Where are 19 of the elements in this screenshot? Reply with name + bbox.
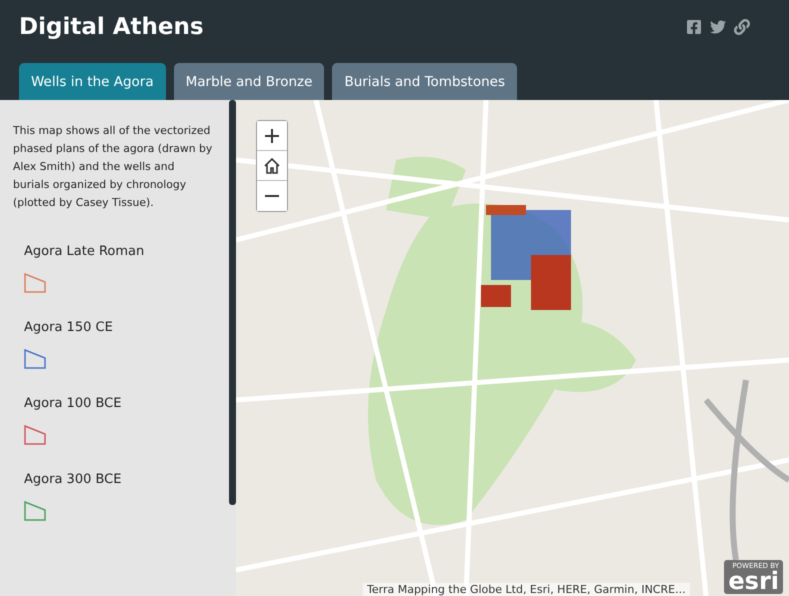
map-description: This map shows all of the vectorized phased plans of the agora (drawn by Alex Smith) and the wells and burials organized by chronology (plotted by Casey Tissue). bbox=[13, 123, 213, 211]
scrollbar-thumb[interactable] bbox=[229, 100, 236, 505]
legend-label: Agora Late Roman bbox=[24, 244, 146, 259]
plus-icon bbox=[264, 128, 280, 144]
minus-icon bbox=[264, 194, 280, 198]
zoom-in-button[interactable] bbox=[257, 121, 287, 151]
facebook-icon[interactable] bbox=[686, 19, 702, 35]
app-title: Digital Athens bbox=[19, 14, 204, 40]
tab[interactable]: Marble and Bronze bbox=[174, 63, 324, 100]
home-icon bbox=[263, 156, 281, 174]
tab[interactable]: Burials and Tombstones bbox=[332, 63, 518, 100]
link-icon[interactable] bbox=[734, 19, 750, 35]
legend-label: Agora 100 BCE bbox=[24, 396, 122, 411]
legend-label: Agora 150 CE bbox=[24, 320, 114, 335]
twitter-icon[interactable] bbox=[710, 19, 726, 35]
legend-label: Agora 300 BCE bbox=[24, 472, 122, 487]
tab[interactable]: Wells in the Agora bbox=[19, 63, 166, 100]
logo: esri bbox=[728, 570, 779, 592]
map-attribution: Terra Mapping the Globe Ltd, Esri, HERE, Garmin, INCRE... bbox=[363, 583, 690, 596]
